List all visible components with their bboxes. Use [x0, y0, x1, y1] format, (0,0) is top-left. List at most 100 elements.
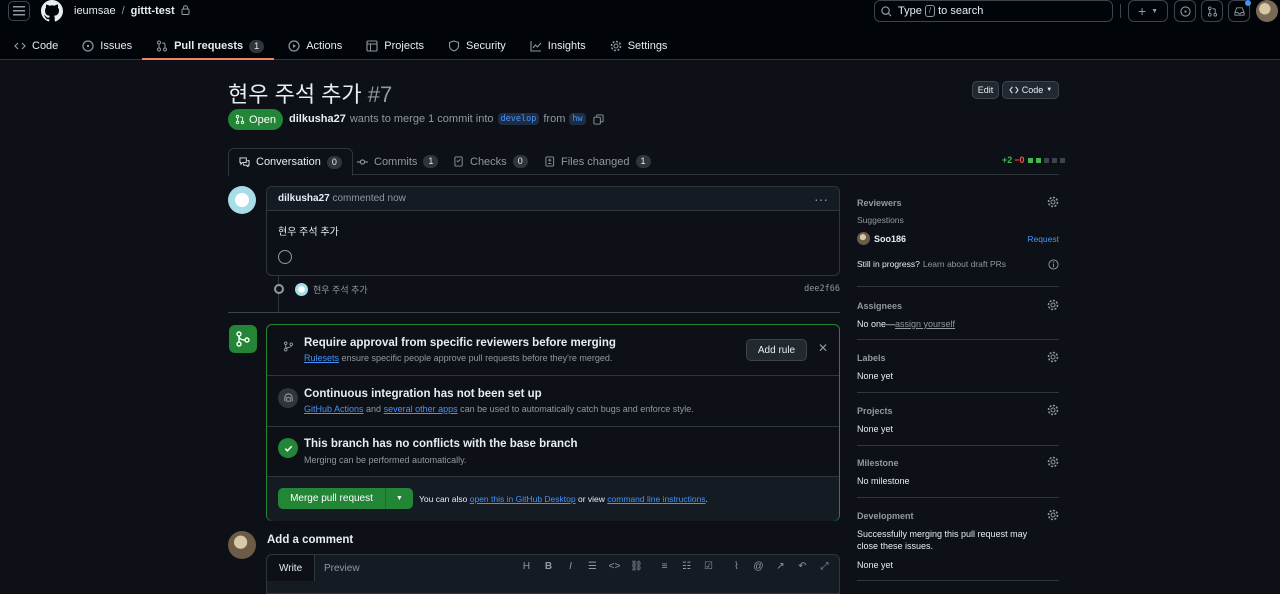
task-list-icon[interactable]: ☑ [702, 561, 715, 572]
write-tab[interactable]: Write [267, 555, 316, 581]
repo-tab-security[interactable]: Security [434, 32, 516, 60]
kebab-horizontal-icon[interactable]: ··· [814, 192, 828, 206]
attachment-icon[interactable]: ⌇ [730, 561, 743, 572]
in-progress-text: Still in progress? [857, 259, 920, 269]
pr-tabs: Conversation 0 Commits 1 Checks 0 Files … [228, 148, 1059, 176]
pr-state-badge: Open [228, 109, 283, 130]
create-new-button[interactable]: + ▼ [1128, 0, 1168, 22]
preview-tab-label: Preview [324, 562, 360, 574]
tab-conversation[interactable]: Conversation 0 [228, 148, 353, 176]
code-icon [14, 42, 26, 50]
reply-icon[interactable]: ↶ [796, 561, 809, 572]
search-input[interactable]: Type / to search [874, 0, 1113, 22]
commit-message-link[interactable]: 현우 주석 추가 [313, 283, 368, 296]
breadcrumb-repo[interactable]: gittt-test [131, 5, 175, 17]
projects-heading-text: Projects [857, 406, 893, 416]
comment-author-link[interactable]: dilkusha27 [278, 193, 330, 204]
gear-icon[interactable] [1047, 196, 1059, 208]
assignees-heading[interactable]: Assignees [857, 299, 1059, 311]
smiley-reaction-icon[interactable] [278, 250, 292, 264]
command-line-link[interactable]: command line instructions [607, 494, 705, 504]
copy-icon[interactable] [593, 113, 604, 125]
repo-tab-projects[interactable]: Projects [352, 32, 434, 60]
also-text: You can also [419, 494, 468, 504]
code-icon[interactable]: <> [608, 561, 621, 572]
repo-tab-code[interactable]: Code [0, 32, 68, 60]
user-avatar[interactable] [1256, 0, 1278, 22]
ci-icon [278, 388, 298, 408]
head-branch-label[interactable]: hw [569, 113, 586, 125]
reviewers-heading[interactable]: Reviewers [857, 196, 1059, 208]
repo-tab-label: Insights [547, 40, 586, 52]
gear-icon[interactable] [1047, 299, 1059, 311]
edit-label: Edit [977, 85, 994, 95]
expand-icon[interactable]: ⤢ [818, 561, 831, 572]
close-icon[interactable]: ✕ [818, 341, 828, 355]
tab-label: Commits [374, 155, 418, 168]
repo-tab-insights[interactable]: Insights [516, 32, 596, 60]
current-user-avatar[interactable] [228, 531, 256, 559]
gear-icon[interactable] [1047, 509, 1059, 521]
pr-author-link[interactable]: dilkusha27 [289, 113, 346, 125]
sidebar-projects: Projects None yet [857, 404, 1059, 446]
other-apps-link[interactable]: several other apps [384, 404, 458, 414]
italic-icon[interactable]: I [564, 561, 577, 572]
repo-tab-actions[interactable]: Actions [274, 32, 352, 60]
tab-commits[interactable]: Commits 1 [357, 148, 439, 175]
merge-pull-request-button[interactable]: Merge pull request ▼ [278, 488, 413, 509]
code-dropdown-button[interactable]: Code ▼ [1002, 81, 1059, 99]
commit-author-avatar[interactable] [295, 282, 308, 296]
commenter-avatar[interactable] [228, 186, 256, 214]
gear-icon[interactable] [1047, 456, 1059, 468]
tab-checks[interactable]: Checks 0 [454, 148, 528, 175]
info-icon[interactable] [1048, 259, 1059, 270]
edit-title-button[interactable]: Edit [972, 81, 999, 99]
menu-icon[interactable] [8, 1, 30, 21]
draft-pr-link[interactable]: Learn about draft PRs [923, 259, 1006, 270]
labels-heading-text: Labels [857, 353, 886, 363]
numbered-list-icon[interactable]: ≡ [658, 561, 671, 572]
quote-icon[interactable]: ☰ [586, 561, 599, 572]
search-suffix: to search [938, 5, 984, 17]
issues-button[interactable] [1174, 0, 1196, 22]
base-branch-label[interactable]: develop [497, 113, 540, 125]
tab-files-changed[interactable]: Files changed 1 [545, 148, 651, 175]
bold-icon[interactable]: B [542, 561, 555, 572]
add-rule-button[interactable]: Add rule [746, 339, 807, 361]
projects-heading[interactable]: Projects [857, 404, 1059, 416]
repo-tab-settings[interactable]: Settings [596, 32, 678, 60]
ci-title: Continuous integration has not been set … [304, 388, 542, 400]
pull-requests-button[interactable] [1201, 0, 1223, 22]
gear-icon[interactable] [1047, 404, 1059, 416]
merge-options-dropdown[interactable]: ▼ [386, 488, 413, 509]
tab-count: 1 [423, 155, 439, 168]
diffstat: +2 −0 [1002, 155, 1065, 165]
bullet-list-icon[interactable]: ☷ [680, 561, 693, 572]
preview-tab[interactable]: Preview [324, 555, 360, 581]
tab-label: Conversation [256, 156, 321, 168]
commit-sha-link[interactable]: dee2f66 [804, 284, 840, 294]
cross-reference-icon[interactable]: ↗ [774, 561, 787, 572]
link-icon[interactable]: ⛓ [630, 561, 643, 572]
search-prefix: Type [898, 5, 922, 17]
milestone-heading[interactable]: Milestone [857, 456, 1059, 468]
reviewer-name[interactable]: Soo186 [874, 234, 906, 244]
github-logo-icon[interactable] [41, 0, 63, 22]
labels-heading[interactable]: Labels [857, 351, 1059, 363]
breadcrumb-owner[interactable]: ieumsae [74, 5, 116, 17]
heading-icon[interactable]: H [520, 561, 533, 572]
comment-timestamp[interactable]: commented now [332, 193, 405, 204]
gear-icon [610, 40, 621, 52]
gear-icon[interactable] [1047, 351, 1059, 363]
rulesets-link[interactable]: Rulesets [304, 353, 339, 363]
repo-tab-issues[interactable]: Issues [68, 32, 142, 60]
request-review-button[interactable]: Request [1027, 234, 1059, 244]
repo-tab-pull-requests[interactable]: Pull requests 1 [142, 32, 275, 60]
github-actions-link[interactable]: GitHub Actions [304, 404, 364, 414]
development-heading[interactable]: Development [857, 509, 1059, 521]
assign-yourself-link[interactable]: assign yourself [895, 319, 955, 329]
github-desktop-link[interactable]: open this in GitHub Desktop [470, 494, 576, 504]
inbox-icon [1233, 6, 1245, 16]
code-label: Code [1021, 85, 1044, 95]
mention-icon[interactable]: @ [752, 561, 765, 572]
